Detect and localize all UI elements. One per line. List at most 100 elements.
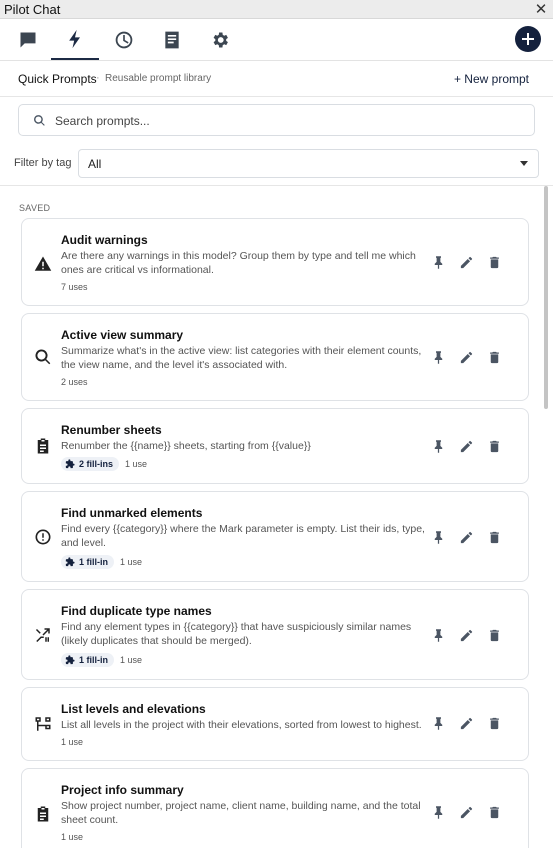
delete-button[interactable] [480, 628, 508, 643]
delete-button[interactable] [480, 530, 508, 545]
puzzle-icon [65, 557, 75, 567]
delete-button[interactable] [480, 255, 508, 270]
prompt-title: Find duplicate type names [61, 604, 212, 618]
edit-button[interactable] [452, 255, 480, 270]
fill-in-badge: 1 fill-in [61, 555, 114, 569]
edit-button[interactable] [452, 805, 480, 820]
delete-button[interactable] [480, 350, 508, 365]
clipboard-icon [34, 437, 54, 457]
edit-button[interactable] [452, 628, 480, 643]
edit-button[interactable] [452, 530, 480, 545]
prompt-card[interactable]: Renumber sheets Renumber the {{name}} sh… [21, 408, 529, 484]
new-chat-button[interactable] [515, 26, 541, 52]
pin-button[interactable] [424, 350, 452, 365]
tab-settings[interactable] [196, 19, 244, 60]
pin-button[interactable] [424, 628, 452, 643]
tag-filter-select[interactable]: All [78, 149, 539, 178]
close-icon[interactable]: ✕ [533, 0, 549, 18]
puzzle-icon [65, 459, 75, 469]
prompt-card[interactable]: Audit warnings Are there any warnings in… [21, 218, 529, 306]
prompt-title: Project info summary [61, 783, 184, 797]
clipboard-icon [34, 805, 54, 825]
fill-in-count: 1 fill-in [79, 557, 108, 567]
trash-icon [489, 531, 499, 544]
edit-button[interactable] [452, 439, 480, 454]
use-count: 7 uses [61, 282, 88, 292]
tab-history[interactable] [100, 19, 148, 60]
prompt-card[interactable]: Find duplicate type names Find any eleme… [21, 589, 529, 680]
warning-icon [34, 255, 54, 275]
alert-circle-icon [34, 528, 54, 548]
prompt-meta: 2 uses [61, 377, 88, 387]
pencil-icon [460, 440, 472, 453]
tab-quick-prompts[interactable] [51, 19, 99, 60]
edit-button[interactable] [452, 716, 480, 731]
prompt-card[interactable]: Active view summary Summarize what's in … [21, 313, 529, 401]
pin-button[interactable] [424, 530, 452, 545]
search-icon [34, 348, 54, 368]
filter-label: Filter by tag [14, 157, 72, 169]
fill-in-badge: 2 fill-ins [61, 457, 120, 471]
pencil-icon [460, 629, 472, 642]
prompt-description: Find any element types in {{category}} t… [61, 621, 412, 647]
delete-button[interactable] [480, 805, 508, 820]
use-count: 2 uses [61, 377, 88, 387]
tag-filter-value: All [88, 157, 102, 171]
pin-button[interactable] [424, 255, 452, 270]
pin-icon [434, 717, 442, 730]
trash-icon [489, 351, 499, 364]
search-icon [34, 115, 45, 126]
bolt-icon [69, 29, 80, 48]
prompt-card[interactable]: List levels and elevations List all leve… [21, 687, 529, 761]
search-box [18, 104, 535, 136]
tab-notes[interactable] [148, 19, 196, 60]
pin-button[interactable] [424, 805, 452, 820]
fill-in-badge: 1 fill-in [61, 653, 114, 667]
title-separator: · [96, 72, 100, 84]
prompt-description: Find every {{category}} where the Mark p… [61, 523, 425, 549]
title-bar: Pilot Chat ✕ [0, 0, 553, 19]
scrollbar[interactable] [544, 186, 548, 409]
tab-chat[interactable] [4, 19, 52, 60]
delete-button[interactable] [480, 716, 508, 731]
prompt-description: List all levels in the project with thei… [61, 719, 422, 731]
prompt-meta: 7 uses [61, 282, 88, 292]
hierarchy-icon [34, 715, 54, 735]
trash-icon [489, 256, 499, 269]
prompt-title: List levels and elevations [61, 702, 206, 716]
pin-button[interactable] [424, 439, 452, 454]
pin-icon [434, 440, 442, 453]
pin-icon [434, 806, 442, 819]
prompt-actions [424, 530, 508, 545]
trash-icon [489, 717, 499, 730]
prompt-actions [424, 255, 508, 270]
search-input[interactable] [55, 111, 525, 131]
prompt-description: Are there any warnings in this model? Gr… [61, 250, 416, 276]
prompt-description: Show project number, project name, clien… [61, 800, 421, 826]
chat-icon [20, 32, 36, 47]
prompt-meta: 1 use [61, 832, 83, 842]
use-count: 1 use [120, 655, 143, 665]
pin-button[interactable] [424, 716, 452, 731]
trash-icon [489, 806, 499, 819]
pin-icon [434, 629, 442, 642]
new-prompt-button[interactable]: + New prompt [454, 72, 529, 86]
prompt-meta: 2 fill-ins 1 use [61, 457, 147, 471]
delete-button[interactable] [480, 439, 508, 454]
edit-button[interactable] [452, 350, 480, 365]
prompt-card[interactable]: Find unmarked elements Find every {{cate… [21, 491, 529, 582]
prompt-meta: 1 fill-in 1 use [61, 653, 142, 667]
quick-prompts-header: Quick Prompts · Reusable prompt library … [0, 62, 553, 97]
pin-icon [434, 351, 442, 364]
section-label-saved: SAVED [19, 203, 51, 213]
prompt-card[interactable]: Project info summary Show project number… [21, 768, 529, 848]
pencil-icon [460, 806, 472, 819]
prompt-actions [424, 350, 508, 365]
use-count: 1 use [61, 737, 84, 747]
window-title: Pilot Chat [4, 2, 61, 17]
prompt-description: Summarize what's in the active view: lis… [61, 345, 422, 371]
divider [0, 185, 553, 186]
fill-in-count: 1 fill-in [79, 655, 108, 665]
prompt-actions [424, 628, 508, 643]
document-icon [165, 31, 179, 48]
